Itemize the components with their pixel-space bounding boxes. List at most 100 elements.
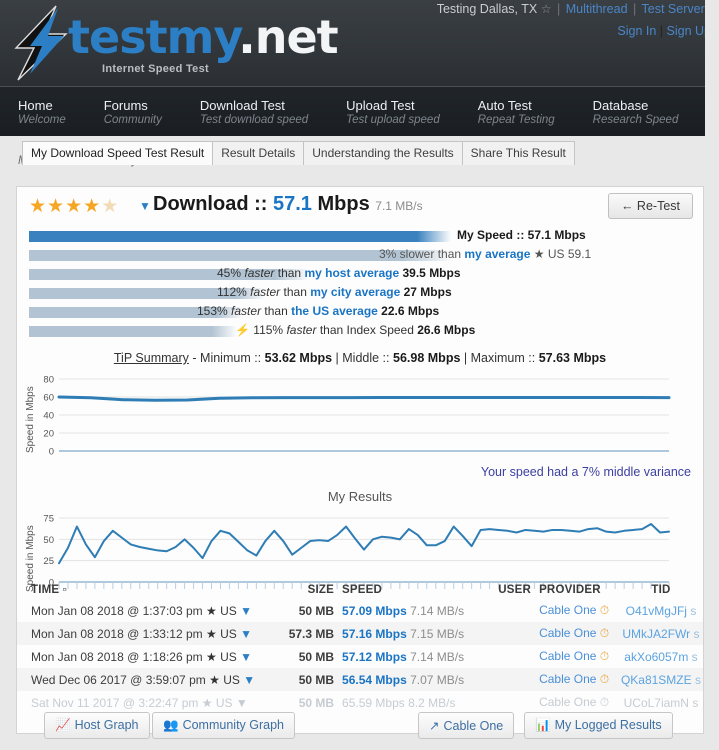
page-scrollbar-gutter[interactable] xyxy=(705,0,719,750)
cell-tid: UMkJA2FWr s xyxy=(616,622,703,645)
nav-title: Database xyxy=(592,97,649,113)
tip-summary-title[interactable]: TiP Summary xyxy=(114,351,189,365)
comparison-label-city-average: 112% faster than my city average 27 Mbps xyxy=(217,285,452,299)
external-link-icon: ↗ xyxy=(429,719,440,733)
column-header-user[interactable]: USER xyxy=(478,581,535,599)
nav-title: Download Test xyxy=(199,97,285,113)
community-graph-button[interactable]: 👥 Community Graph xyxy=(152,712,296,739)
sort-descending-icon[interactable]: ▫ xyxy=(63,584,67,596)
comparison-row-index-speed: ⚡ 115% faster than Index Speed 26.6 Mbps xyxy=(17,323,703,343)
row-provider[interactable]: Cable One xyxy=(539,672,596,686)
nav-item-home[interactable]: Home Welcome xyxy=(18,98,66,126)
column-header-time[interactable]: TIME ▫ xyxy=(17,581,267,599)
tip-chart-svg: 0 20 40 60 80 xyxy=(43,375,671,458)
tip-min-value: 53.62 xyxy=(264,351,296,365)
host-average-link[interactable]: my host average xyxy=(304,266,399,280)
column-header-size[interactable]: SIZE xyxy=(267,581,338,599)
row-size: 50 MB xyxy=(298,672,335,687)
download-label: Download :: xyxy=(153,193,268,215)
table-row[interactable]: Mon Jan 08 2018 @ 1:37:03 pm ★ US ▼ 50 M… xyxy=(17,599,703,622)
row-speed: 57.09 Mbps xyxy=(342,603,407,618)
tab-result-details[interactable]: Result Details xyxy=(212,141,305,165)
tip-min-unit: Mbps xyxy=(299,351,333,365)
row-provider[interactable]: Cable One xyxy=(539,626,596,640)
index-speed-word: faster xyxy=(286,323,317,337)
row-byterate: 7.07 MB/s xyxy=(410,672,465,687)
table-row[interactable]: Mon Jan 08 2018 @ 1:18:26 pm ★ US ▼ 50 M… xyxy=(17,645,703,668)
clock-icon: ⏱ xyxy=(599,603,610,617)
nav-item-auto-test[interactable]: Auto Test Repeat Testing xyxy=(478,98,555,126)
nav-item-download-test[interactable]: Download Test Test download speed xyxy=(200,98,308,126)
row-tid[interactable]: akXo6057m xyxy=(624,650,688,664)
site-logo[interactable]: testmy.net Internet Speed Test xyxy=(6,4,339,84)
cell-speed: 57.12 Mbps 7.14 MB/s xyxy=(338,645,478,668)
svg-text:20: 20 xyxy=(43,429,54,440)
testing-location-label: Testing Dallas, TX xyxy=(436,2,538,16)
logo-blue-text: testmy xyxy=(68,10,239,64)
comparison-row-us-average: 153% faster than the US average 22.6 Mbp… xyxy=(17,304,703,324)
comparison-row-city-average: 112% faster than my city average 27 Mbps xyxy=(17,285,703,305)
clock-icon: ⏱ xyxy=(599,649,610,663)
row-tid[interactable]: UCoL7iamN xyxy=(624,696,689,710)
cable-one-label: Cable One xyxy=(443,719,504,733)
row-provider[interactable]: Cable One xyxy=(539,603,596,617)
sign-in-link[interactable]: Sign In xyxy=(617,24,656,38)
column-header-provider[interactable]: PROVIDER xyxy=(535,581,617,599)
my-logged-results-button[interactable]: 📊 My Logged Results xyxy=(524,712,673,739)
clock-icon: ⏱ xyxy=(599,695,610,709)
favorite-star-icon[interactable]: ☆ xyxy=(541,2,552,16)
svg-text:75: 75 xyxy=(43,514,54,525)
row-speed: 57.16 Mbps xyxy=(342,626,407,641)
cell-provider: Cable One ⏱ xyxy=(535,691,617,714)
cell-tid: UCoL7iamN s xyxy=(617,691,703,714)
row-speed: 56.54 Mbps xyxy=(342,672,407,687)
cell-time: Mon Jan 08 2018 @ 1:33:12 pm ★ US ▼ xyxy=(17,622,267,645)
table-row[interactable]: Sat Nov 11 2017 @ 3:22:47 pm ★ US ▼ 50 M… xyxy=(17,691,703,714)
country-star-icon: ★ xyxy=(205,649,217,664)
host-graph-button[interactable]: 📈 Host Graph xyxy=(44,712,150,739)
nav-item-forums[interactable]: Forums Community xyxy=(104,98,162,126)
column-header-speed[interactable]: SPEED xyxy=(338,581,478,599)
cell-provider: Cable One ⏱ xyxy=(535,668,617,691)
nav-item-database[interactable]: Database Research Speed xyxy=(593,98,679,126)
index-speed-than: than Index Speed xyxy=(319,323,414,337)
tab-share-this-result[interactable]: Share This Result xyxy=(461,141,575,165)
test-servers-link[interactable]: Test Servers xyxy=(642,2,711,16)
people-icon: 👥 xyxy=(163,718,179,732)
line-chart-icon: 📈 xyxy=(55,718,71,732)
tab-my-download-speed-test-result[interactable]: My Download Speed Test Result xyxy=(22,141,214,165)
download-result-title: Download :: 57.1 Mbps 7.1 MB/s xyxy=(153,193,423,216)
row-caret-down-icon: ▼ xyxy=(240,649,252,664)
us-average-link[interactable]: the US average xyxy=(291,304,378,318)
community-graph-label: Community Graph xyxy=(182,718,285,732)
results-table-head: TIME ▫ SIZE SPEED USER PROVIDER TID xyxy=(17,581,703,599)
link-separator-2: | xyxy=(633,2,637,16)
row-provider[interactable]: Cable One xyxy=(539,695,596,709)
row-provider[interactable]: Cable One xyxy=(539,649,596,663)
my-average-link[interactable]: my average xyxy=(464,247,530,261)
cell-time: Mon Jan 08 2018 @ 1:18:26 pm ★ US ▼ xyxy=(17,645,267,668)
nav-title: Forums xyxy=(103,97,148,113)
star-icon-1: ★ xyxy=(29,196,48,217)
host-graph-label: Host Graph xyxy=(74,718,139,732)
row-tid[interactable]: UMkJA2FWr xyxy=(622,627,690,641)
table-row[interactable]: Wed Dec 06 2017 @ 3:59:07 pm ★ US ▼ 50 M… xyxy=(17,668,703,691)
star-icon-5-empty: ★ xyxy=(101,196,120,217)
city-average-value: 27 Mbps xyxy=(403,285,452,299)
city-average-link[interactable]: my city average xyxy=(310,285,400,299)
column-header-tid[interactable]: TID xyxy=(617,581,703,599)
multithread-link[interactable]: Multithread xyxy=(566,2,628,16)
row-caret-down-icon: ▼ xyxy=(240,626,252,641)
cell-time: Sat Nov 11 2017 @ 3:22:47 pm ★ US ▼ xyxy=(17,691,267,714)
row-tid[interactable]: O41vMgJFj xyxy=(626,604,687,618)
re-test-button[interactable]: ← Re-Test xyxy=(607,193,693,219)
row-time-text: Mon Jan 08 2018 @ 1:18:26 pm xyxy=(31,649,203,664)
cell-size: 50 MB xyxy=(267,691,338,714)
tab-understanding-the-results[interactable]: Understanding the Results xyxy=(303,141,463,165)
nav-item-upload-test[interactable]: Upload Test Test upload speed xyxy=(346,98,440,126)
cable-one-button[interactable]: ↗ Cable One xyxy=(418,712,515,739)
table-row[interactable]: Mon Jan 08 2018 @ 1:33:12 pm ★ US ▼ 57.3… xyxy=(17,622,703,645)
host-average-word: faster xyxy=(244,266,275,280)
row-tid[interactable]: QKa81SMZE xyxy=(621,673,692,687)
index-speed-value: 26.6 Mbps xyxy=(417,323,476,337)
